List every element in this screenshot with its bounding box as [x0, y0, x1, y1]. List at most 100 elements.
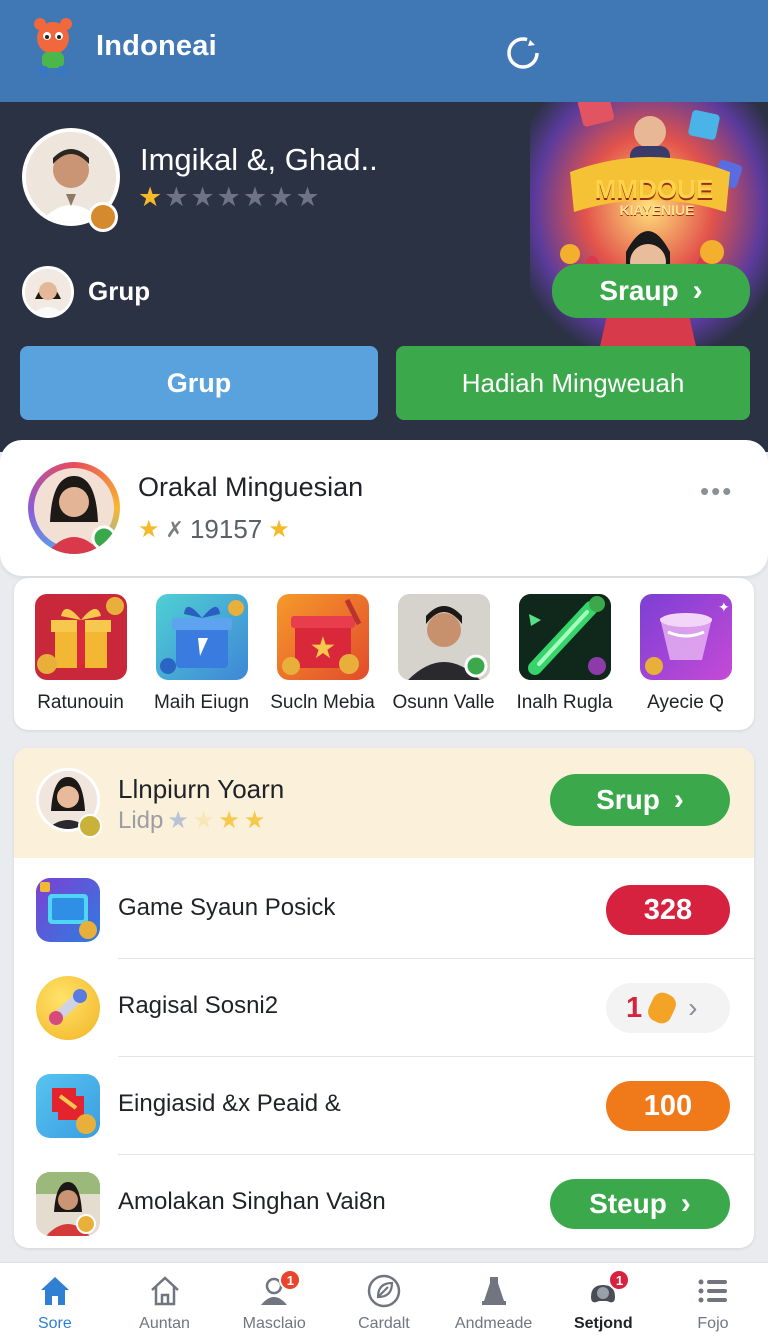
row-label: Ragisal Sosni2 [118, 992, 279, 1019]
chevron-right-icon: › [673, 783, 684, 816]
green-wand-icon [518, 594, 611, 680]
reward-label: Inalh Rugla [516, 692, 613, 713]
refresh-icon[interactable] [504, 34, 542, 72]
promo-title: MMDOUE [594, 174, 714, 204]
reward-item[interactable]: Inalh Rugla [504, 594, 625, 730]
promo-banner[interactable]: MMDOUE KIAYENIUE [530, 102, 768, 364]
player-name: Imgikal &, Ghad.. [140, 142, 378, 177]
row-divider [118, 1154, 754, 1155]
count-pill[interactable]: 328 [606, 885, 730, 935]
more-options-icon[interactable]: ••• [700, 476, 733, 507]
star-empty-icon: ★ [269, 182, 294, 212]
row-label: Amolakan Singhan Vai8n [118, 1188, 386, 1215]
nav-label: Fojo [697, 1315, 729, 1332]
star-faint-icon: ★ [192, 807, 215, 834]
home-icon [37, 1273, 73, 1309]
profile-score: ★ ✗ 19157 ★ [138, 514, 290, 545]
player-photo [36, 1172, 100, 1236]
srup-button-label: Srup [596, 784, 660, 815]
top-bar: Indoneai [0, 0, 768, 102]
sraup-button-label: Sraup [599, 275, 679, 306]
profile-name: Orakal Minguesian [138, 472, 364, 502]
nav-label: Sore [37, 1315, 72, 1332]
row-divider [118, 1056, 754, 1057]
nav-item-auntan[interactable]: Auntan [110, 1263, 220, 1344]
nav-label: Auntan [139, 1315, 190, 1332]
nav-item-andmeade[interactable]: Andmeade [439, 1263, 549, 1344]
steup-button-label: Steup [589, 1188, 667, 1219]
reward-pill[interactable]: 1 › [606, 983, 730, 1033]
reward-item[interactable]: ★ Sucln Mebia [262, 594, 383, 730]
bottom-navigation: Sore Auntan 1 Masclaio Cardalt Andmeade … [0, 1262, 768, 1344]
purple-cup-icon: ✦ [639, 594, 732, 680]
score-value: 19157 [189, 514, 263, 544]
profile-card[interactable]: Orakal Minguesian ★ ✗ 19157 ★ ••• [0, 440, 768, 576]
nav-item-fojo[interactable]: Fojo [658, 1263, 768, 1344]
list-item[interactable]: Amolakan Singhan Vai8n Steup › [14, 1154, 754, 1248]
svg-text:✦: ✦ [718, 600, 730, 616]
nav-item-cardalt[interactable]: Cardalt [329, 1263, 439, 1344]
blue-gift-icon [155, 594, 248, 680]
list-item[interactable]: Eingiasid &x Peaid & 100 [14, 1056, 754, 1154]
challenge-title: Llnpiurn Yoarn [118, 774, 285, 804]
row-label: Game Syaun Posick [118, 894, 336, 921]
red-star-box-icon: ★ [276, 594, 369, 680]
chevron-right-icon: › [688, 992, 698, 1023]
star-filled-icon: ★ [218, 807, 240, 834]
challenge-subtitle-text: Lidp [118, 806, 164, 834]
hero-section: MMDOUE KIAYENIUE Imgikal &, Ghad.. ★ ★ ★… [0, 102, 768, 452]
nav-item-setjond[interactable]: 1 Setjond [548, 1263, 658, 1344]
nav-label: Cardalt [358, 1315, 410, 1332]
reward-item[interactable]: ✦ Ayecie Q [625, 594, 746, 730]
profile-avatar[interactable] [28, 462, 120, 554]
tab-grup[interactable]: Grup [20, 346, 378, 420]
tab-hadiah-mingguan[interactable]: Hadiah Mingweuah [396, 346, 750, 420]
challenge-subtitle: Lidp ★ ★ ★ ★ [118, 806, 265, 835]
row-divider [118, 958, 754, 959]
list-item[interactable]: Game Syaun Posick 328 [14, 860, 754, 958]
star-filled-icon: ★ [138, 182, 163, 212]
srup-button[interactable]: Srup › [550, 774, 730, 826]
group-avatar[interactable] [22, 266, 74, 318]
nav-label: Setjond [573, 1315, 633, 1332]
house-outline-icon [147, 1273, 183, 1309]
sraup-button[interactable]: Sraup › [552, 264, 750, 318]
player-portrait [397, 594, 490, 680]
gift-box-icon [34, 594, 127, 680]
nav-item-sore[interactable]: Sore [0, 1263, 110, 1344]
notification-badge: 1 [608, 1269, 631, 1291]
rewards-strip: Ratunouin Maih Eiugn ★ Sucln Mebia Osunn… [14, 578, 754, 730]
mascot-logo-icon [28, 16, 78, 80]
star-empty-icon: ★ [164, 182, 189, 212]
list-item[interactable]: Ragisal Sosni2 1 › [14, 958, 754, 1056]
reward-label: Osunn Valle [392, 692, 495, 713]
notification-badge: 1 [279, 1269, 302, 1291]
reward-item[interactable]: Ratunouin [20, 594, 141, 730]
star-empty-icon: ★ [242, 182, 268, 212]
challenge-header: Llnpiurn Yoarn Lidp ★ ★ ★ ★ Srup › [14, 748, 754, 858]
reward-item[interactable]: Maih Eiugn [141, 594, 262, 730]
reward-item[interactable]: Osunn Valle [383, 594, 504, 730]
chevron-right-icon: › [692, 274, 703, 307]
steup-button[interactable]: Steup › [550, 1179, 730, 1229]
chevron-right-icon: › [680, 1187, 691, 1220]
bell-tower-icon [476, 1273, 512, 1309]
star-empty-icon: ★ [190, 182, 215, 212]
nav-item-masclaio[interactable]: 1 Masclaio [219, 1263, 329, 1344]
star-badge-icon [78, 814, 102, 838]
star-icon: ★ [268, 516, 290, 543]
group-label: Grup [88, 276, 151, 306]
count-pill[interactable]: 100 [606, 1081, 730, 1131]
rattle-toy-icon [36, 976, 100, 1040]
star-filled-icon: ★ [243, 807, 266, 834]
challenge-card: Llnpiurn Yoarn Lidp ★ ★ ★ ★ Srup › Game … [14, 748, 754, 1248]
reward-count: 1 [626, 991, 643, 1024]
app-title: Indoneai [96, 30, 217, 62]
reward-label: Maih Eiugn [153, 692, 250, 713]
reward-label: Sucln Mebia [270, 692, 375, 713]
promo-subtitle: KIAYENIUE [619, 202, 695, 218]
star-empty-icon: ★ [295, 182, 320, 212]
menu-list-icon [695, 1273, 731, 1309]
star-icon: ★ [138, 516, 160, 543]
reward-label: Ayecie Q [647, 692, 724, 713]
